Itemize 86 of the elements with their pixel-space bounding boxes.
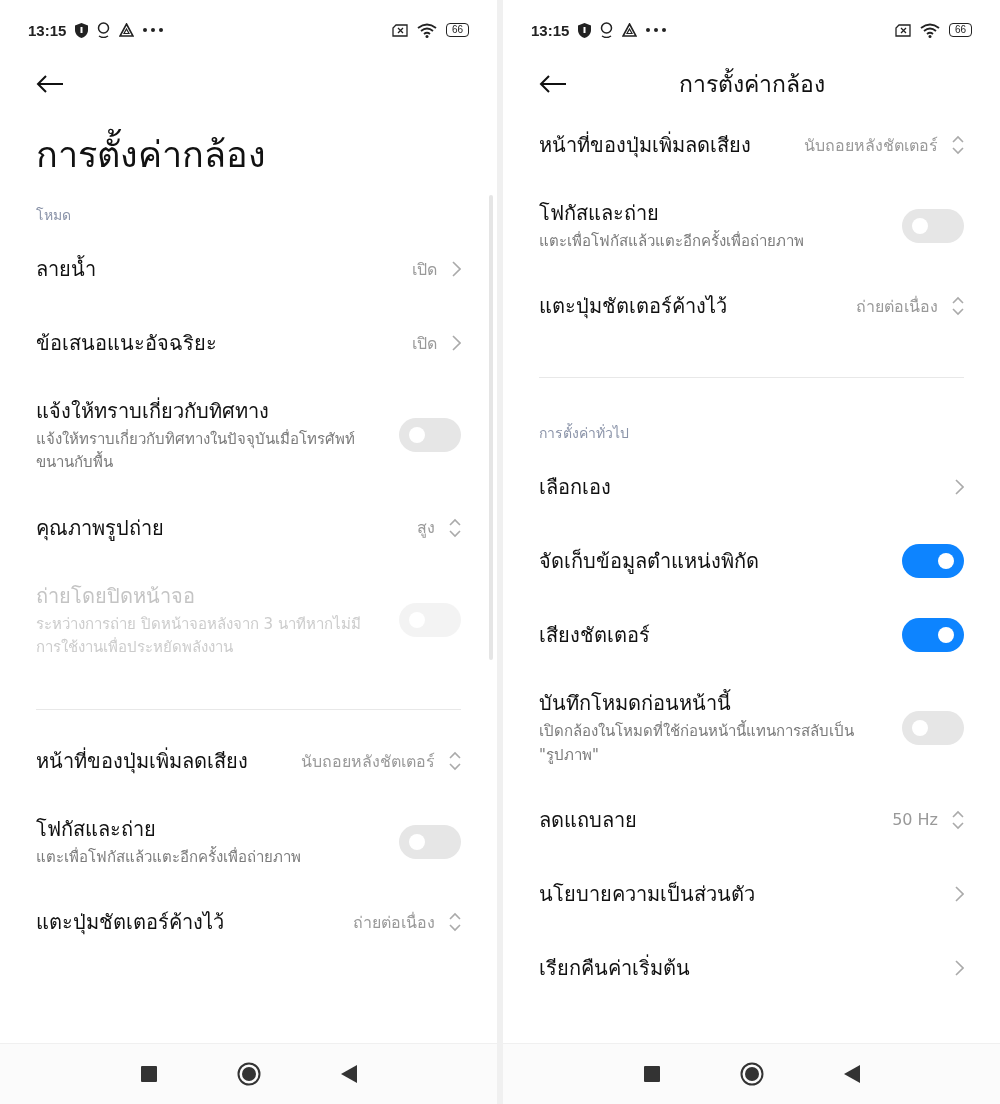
recent-apps-icon[interactable] [643, 1066, 660, 1082]
setting-title: บันทึกโหมดก่อนหน้านี้ [539, 688, 731, 718]
back-icon[interactable] [340, 1065, 357, 1083]
settings-row[interactable]: เรียกคืนค่าเริ่มต้น [503, 930, 1000, 1005]
more-icon [143, 28, 164, 32]
status-time: 13:15 [28, 21, 67, 39]
setting-title: เสียงชัตเตอร์ [539, 622, 650, 650]
toggle-switch[interactable] [902, 544, 964, 579]
setting-value: นับถอยหลังชัตเตอร์ [804, 134, 938, 157]
back-arrow-icon[interactable] [36, 74, 64, 94]
setting-title: เรียกคืนค่าเริ่มต้น [539, 953, 690, 982]
more-icon [646, 28, 667, 32]
setting-value: 50 Hz [892, 810, 938, 830]
chevron-right-icon [954, 479, 964, 496]
setting-description: แจ้งให้ทราบเกี่ยวกับทิศทางในปัจจุบันเมื่อโทรศัพท์ขนานกับพื้น [36, 428, 356, 474]
page-title: การตั้งค่ากล้อง [0, 108, 497, 182]
chevron-right-icon [954, 885, 964, 902]
up-down-icon [449, 912, 461, 933]
setting-title: หน้าที่ของปุ่มเพิ่มลดเสียง [539, 130, 751, 160]
settings-row[interactable]: คุณภาพรูปถ่าย สูง [0, 490, 497, 565]
setting-title: แจ้งให้ทราบเกี่ยวกับทิศทาง [36, 396, 269, 425]
triangle-icon [119, 23, 135, 37]
setting-title: จัดเก็บข้อมูลตำแหน่งพิกัด [539, 547, 759, 576]
setting-title: แตะปุ่มชัตเตอร์ค้างไว้ [36, 909, 224, 937]
settings-row[interactable]: ลายน้ำ เปิด [0, 232, 497, 306]
back-arrow-icon[interactable] [539, 74, 567, 94]
recent-apps-icon[interactable] [140, 1066, 157, 1082]
home-icon[interactable] [739, 1062, 764, 1086]
setting-title: โฟกัสและถ่าย [36, 816, 156, 843]
toggle-switch[interactable] [902, 710, 964, 745]
up-down-icon [952, 809, 964, 830]
toggle-switch[interactable] [399, 418, 461, 453]
setting-value: ถ่ายต่อเนื่อง [856, 295, 938, 318]
setting-value: นับถอยหลังชัตเตอร์ [301, 750, 435, 773]
section-label: การตั้งค่าทั่วไป [539, 425, 629, 442]
setting-description: แตะเพื่อโฟกัสแล้วแตะอีกครั้งเพื่อถ่ายภาพ [36, 846, 301, 868]
settings-row[interactable]: หน้าที่ของปุ่มเพิ่มลดเสียง นับถอยหลังชัตเตอร์ [0, 724, 497, 798]
setting-title: ลายน้ำ [36, 254, 96, 283]
setting-title: นโยบายความเป็นส่วนตัว [539, 880, 755, 908]
chevron-right-icon [451, 335, 461, 351]
chevron-right-icon [451, 261, 461, 277]
wifi-icon [416, 22, 437, 38]
toggle-switch[interactable] [399, 824, 461, 859]
setting-title: ข้อเสนอแนะอัจฉริยะ [36, 330, 217, 357]
location-icon [97, 22, 111, 38]
triangle-icon [622, 23, 638, 37]
status-time: 13:15 [531, 21, 570, 39]
toggle-switch[interactable] [902, 618, 964, 653]
page-title: การตั้งค่ากล้อง [678, 66, 825, 102]
settings-row[interactable]: ข้อเสนอแนะอัจฉริยะ เปิด [0, 306, 497, 380]
setting-title: หน้าที่ของปุ่มเพิ่มลดเสียง [36, 746, 248, 776]
setting-title: คุณภาพรูปถ่าย [36, 514, 164, 543]
settings-row[interactable]: ลดแถบลาย 50 Hz [503, 782, 1000, 857]
setting-description: แตะเพื่อโฟกัสแล้วแตะอีกครั้งเพื่อถ่ายภาพ [539, 230, 804, 252]
setting-title: แตะปุ่มชัตเตอร์ค้างไว้ [539, 293, 727, 321]
settings-row[interactable]: แตะปุ่มชัตเตอร์ค้างไว้ ถ่ายต่อเนื่อง [503, 269, 1000, 344]
setting-title: ถ่ายโดยปิดหน้าจอ [36, 582, 195, 610]
setting-title: โฟกัสและถ่าย [539, 200, 659, 227]
wifi-icon [919, 22, 940, 38]
location-icon [600, 22, 614, 38]
chevron-right-icon [954, 959, 964, 976]
settings-row[interactable]: หน้าที่ของปุ่มเพิ่มลดเสียง นับถอยหลังชัตเตอร์ [503, 108, 1000, 182]
shield-icon [578, 22, 592, 38]
setting-value: ถ่ายต่อเนื่อง [353, 911, 435, 934]
settings-row[interactable]: เลือกเอง [503, 450, 1000, 525]
no-sim-icon [894, 23, 911, 37]
battery-indicator: 66 [445, 23, 469, 37]
section-label: โหมด [36, 207, 71, 223]
up-down-icon [952, 296, 964, 317]
up-down-icon [449, 751, 461, 771]
back-icon[interactable] [843, 1065, 860, 1083]
settings-row[interactable]: แตะปุ่มชัตเตอร์ค้างไว้ ถ่ายต่อเนื่อง [0, 885, 497, 960]
setting-value: เปิด [412, 258, 437, 281]
setting-value: สูง [417, 517, 435, 540]
toggle-switch[interactable] [902, 208, 964, 243]
setting-description: เปิดกล้องในโหมดที่ใช้ก่อนหน้านี้แทนการสลับเป็น "รูปภาพ" [539, 720, 855, 766]
settings-row[interactable]: นโยบายความเป็นส่วนตัว [503, 856, 1000, 931]
setting-title: ลดแถบลาย [539, 806, 637, 834]
setting-value: เปิด [412, 332, 437, 355]
setting-title: เลือกเอง [539, 474, 611, 502]
home-icon[interactable] [236, 1062, 261, 1086]
up-down-icon [952, 135, 964, 155]
battery-indicator: 66 [948, 23, 972, 37]
no-sim-icon [391, 23, 408, 37]
shield-icon [75, 22, 89, 38]
up-down-icon [449, 517, 461, 538]
